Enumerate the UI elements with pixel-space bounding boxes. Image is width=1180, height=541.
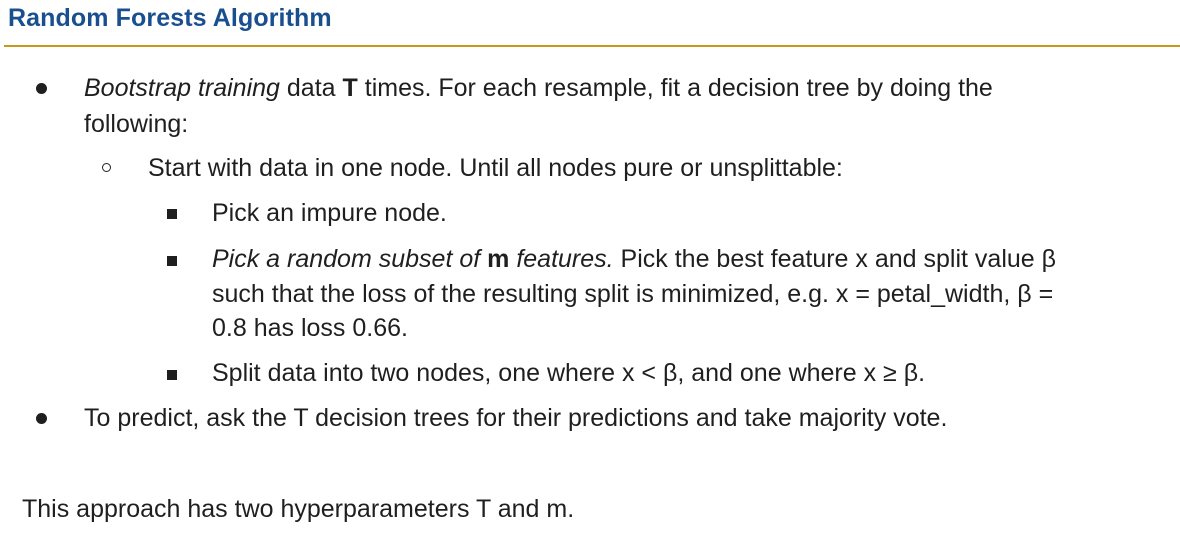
bullet-1-line-2: following:: [84, 110, 189, 138]
sub-sub-bullet-2-line-1: Pick a random subset of m features. Pick…: [212, 247, 1056, 272]
bullet-1-emphasis: Bootstrap training: [84, 74, 280, 102]
bullet-square-icon: [167, 370, 177, 380]
slide-title: Random Forests Algorithm: [8, 4, 332, 32]
sub-sub-bullet-2-variable: m: [487, 245, 510, 273]
bullet-dot-icon: [36, 413, 47, 424]
bullet-square-icon: [167, 209, 177, 219]
bullet-dot-icon: [36, 83, 47, 94]
sub-sub-bullet-2-line-3: 0.8 has loss 0.66.: [212, 314, 408, 342]
bullet-1-variable: T: [342, 74, 358, 102]
sub-sub-bullet-2-emphasis-a: Pick a random subset of: [212, 245, 488, 273]
bullet-2: To predict, ask the T decision trees for…: [84, 404, 948, 432]
bullet-1-line-1: Bootstrap training data T times. For eac…: [84, 76, 993, 101]
sub-sub-bullet-2-line-2: such that the loss of the resulting spli…: [212, 280, 1054, 308]
title-divider: [4, 45, 1180, 47]
sub-sub-bullet-2-text: Pick the best feature x and split value …: [613, 245, 1057, 273]
sub-sub-bullet-1: Pick an impure node.: [212, 199, 447, 227]
sub-sub-bullet-2-emphasis-b: features.: [509, 245, 614, 273]
bullet-1-text-b: times. For each resample, fit a decision…: [357, 74, 993, 102]
sub-sub-bullet-3: Split data into two nodes, one where x <…: [212, 359, 926, 387]
bullet-1-text-a: data: [279, 74, 343, 102]
bullet-square-icon: [167, 256, 177, 266]
bullet-circle-icon: [102, 163, 111, 172]
sub-bullet-1: Start with data in one node. Until all n…: [148, 154, 843, 182]
hyperparameters-note: This approach has two hyperparameters T …: [22, 495, 575, 523]
